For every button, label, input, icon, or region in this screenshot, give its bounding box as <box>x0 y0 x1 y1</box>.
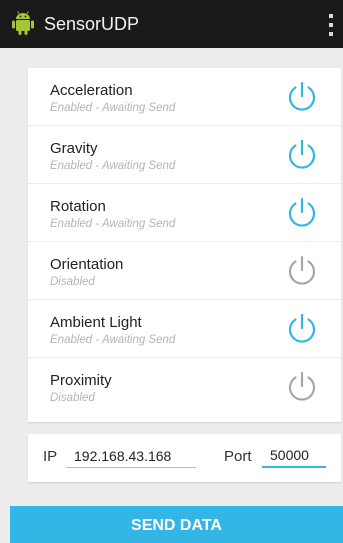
sensor-status: Enabled - Awaiting Send <box>50 334 176 346</box>
power-toggle-icon[interactable] <box>285 80 319 114</box>
power-toggle-icon[interactable] <box>285 138 319 172</box>
port-input[interactable] <box>262 444 326 468</box>
sensor-label: Ambient Light <box>50 314 142 331</box>
power-toggle-icon[interactable] <box>285 370 319 404</box>
sensor-row-gravity[interactable]: Gravity Enabled - Awaiting Send <box>28 126 341 184</box>
ip-input[interactable] <box>66 444 196 468</box>
action-bar: SensorUDP <box>0 0 343 48</box>
app-title: SensorUDP <box>44 13 140 34</box>
sensor-row-orientation[interactable]: Orientation Disabled <box>28 242 341 300</box>
sensor-list: Acceleration Enabled - Awaiting Send Gravi… <box>28 68 341 422</box>
power-toggle-icon[interactable] <box>285 254 319 288</box>
network-settings: IP Port <box>28 434 341 482</box>
sensor-label: Rotation <box>50 198 106 215</box>
power-toggle-icon[interactable] <box>285 312 319 346</box>
sensor-label: Acceleration <box>50 82 133 99</box>
sensor-status: Enabled - Awaiting Send <box>50 102 176 114</box>
sensor-status: Disabled <box>50 276 95 288</box>
send-data-button[interactable]: SEND DATA <box>10 506 343 543</box>
sensor-label: Proximity <box>50 372 112 389</box>
android-icon[interactable] <box>10 11 36 37</box>
sensor-row-rotation[interactable]: Rotation Enabled - Awaiting Send <box>28 184 341 242</box>
port-label: Port <box>224 448 252 465</box>
sensor-status: Enabled - Awaiting Send <box>50 160 176 172</box>
sensor-row-acceleration[interactable]: Acceleration Enabled - Awaiting Send <box>28 68 341 126</box>
ip-label: IP <box>43 448 58 465</box>
sensor-label: Orientation <box>50 256 124 273</box>
sensor-label: Gravity <box>50 140 98 157</box>
sensor-row-proximity[interactable]: Proximity Disabled <box>28 358 341 416</box>
sensor-row-ambient-light[interactable]: Ambient Light Enabled - Awaiting Send <box>28 300 341 358</box>
power-toggle-icon[interactable] <box>285 196 319 230</box>
sensor-status: Disabled <box>50 392 95 404</box>
sensor-status: Enabled - Awaiting Send <box>50 218 176 230</box>
overflow-menu-icon[interactable] <box>327 14 335 36</box>
